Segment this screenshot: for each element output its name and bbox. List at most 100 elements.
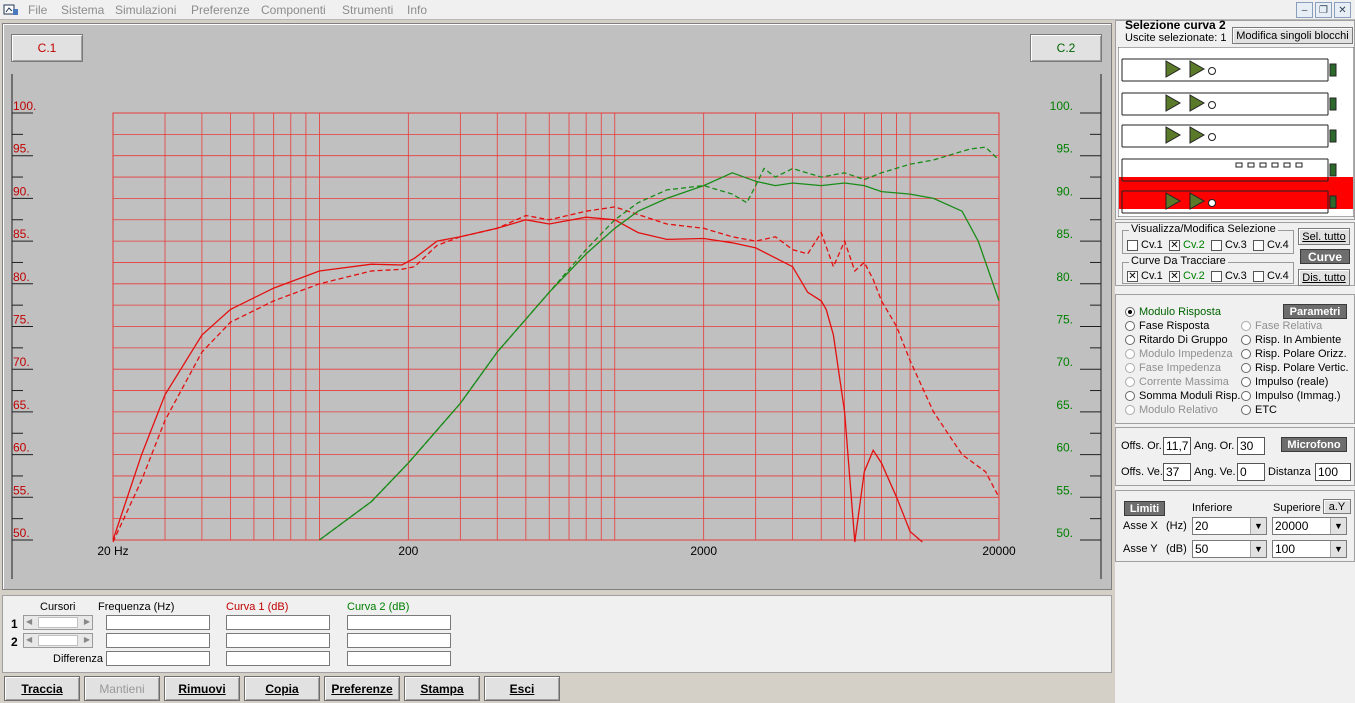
node-icon <box>1208 133 1216 141</box>
vis-cv3-checkbox[interactable]: Cv.3 <box>1211 239 1247 251</box>
radio-somma-moduli-dot <box>1125 391 1135 401</box>
cursor2-c2-field[interactable] <box>347 633 451 648</box>
radio-somma-moduli-label: Somma Moduli Risp. <box>1139 390 1241 402</box>
menu-file[interactable]: File <box>28 3 47 17</box>
right-panel: Selezione curva 2 Uscite selezionate: 1 … <box>1115 18 1355 703</box>
cursor1-freq-field[interactable] <box>106 615 210 630</box>
offs-or-label: Offs. Or. <box>1121 440 1162 452</box>
sel-all-button[interactable]: Sel. tutto <box>1298 228 1350 245</box>
speaker-icon <box>1329 63 1337 77</box>
ay-button[interactable]: a.Y <box>1323 499 1351 514</box>
cursor-row1-label: 1 <box>11 617 18 631</box>
y-tick-label-left: 70. <box>13 355 30 369</box>
diff-freq-field[interactable] <box>106 651 210 666</box>
y-tick-label-right: 95. <box>1056 142 1073 156</box>
ang-ve-input[interactable]: 0 <box>1237 463 1265 481</box>
y-tick-label-right: 60. <box>1056 441 1073 455</box>
y-min-select[interactable]: 50 ▼ <box>1192 540 1267 558</box>
restore-icon[interactable]: ❐ <box>1315 2 1332 18</box>
x-min-select[interactable]: 20 ▼ <box>1192 517 1267 535</box>
diff-c2-field[interactable] <box>347 651 451 666</box>
limiti-button[interactable]: Limiti <box>1124 501 1165 516</box>
offs-ve-label: Offs. Ve. <box>1121 466 1163 478</box>
y-tick-label-right: 50. <box>1056 526 1073 540</box>
cursor2-c1-field[interactable] <box>226 633 330 648</box>
vis-cv3-box <box>1211 239 1222 251</box>
radio-polare-vertic-dot <box>1241 363 1251 373</box>
preferenze-button[interactable]: Preferenze <box>324 676 400 701</box>
vis-cv4-checkbox[interactable]: Cv.4 <box>1253 239 1289 251</box>
radio-fase-risposta-label: Fase Risposta <box>1139 320 1210 332</box>
microfono-button[interactable]: Microfono <box>1281 437 1347 452</box>
tr-cv1-checkbox[interactable]: ✕ Cv.1 <box>1127 270 1163 282</box>
menu-info[interactable]: Info <box>407 3 427 17</box>
cursor-row2-label: 2 <box>11 635 18 649</box>
radio-modulo-risposta[interactable]: Modulo Risposta <box>1125 306 1221 318</box>
close-icon[interactable]: ✕ <box>1334 2 1351 18</box>
radio-modulo-relativo-dot <box>1125 405 1135 415</box>
x-max-select[interactable]: 20000 ▼ <box>1272 517 1347 535</box>
esci-button[interactable]: Esci <box>484 676 560 701</box>
menu-preferenze[interactable]: Preferenze <box>191 3 250 17</box>
x-tick-label: 200 <box>398 544 418 558</box>
offs-or-input[interactable]: 11,7 <box>1163 437 1191 455</box>
asse-y-label: Asse Y <box>1123 543 1158 555</box>
stampa-button[interactable]: Stampa <box>404 676 480 701</box>
cursor1-c2-field[interactable] <box>347 615 451 630</box>
curve-red-solid <box>112 216 923 543</box>
vis-cv2-checkbox[interactable]: ✕ Cv.2 <box>1169 239 1205 251</box>
distanza-input[interactable]: 100 <box>1315 463 1351 481</box>
radio-ritardo-gruppo[interactable]: Ritardo Di Gruppo <box>1125 334 1228 346</box>
tr-cv3-box <box>1211 270 1222 282</box>
selected-outputs: Uscite selezionate: 1 <box>1125 32 1227 44</box>
modify-blocks-button[interactable]: Modifica singoli blocchi <box>1232 27 1353 44</box>
tr-cv3-label: Cv.3 <box>1225 270 1247 282</box>
cursor1-c1-field[interactable] <box>226 615 330 630</box>
minimize-icon[interactable]: – <box>1296 2 1313 18</box>
radio-polare-vertic[interactable]: Risp. Polare Vertic. <box>1241 362 1349 374</box>
ang-or-input[interactable]: 30 <box>1237 437 1265 455</box>
menu-componenti[interactable]: Componenti <box>261 3 326 17</box>
tr-cv2-checkbox[interactable]: ✕ Cv.2 <box>1169 270 1205 282</box>
tr-cv4-label: Cv.4 <box>1267 270 1289 282</box>
crossover-schematic[interactable] <box>1118 47 1354 217</box>
radio-fase-risposta[interactable]: Fase Risposta <box>1125 320 1209 332</box>
diff-c1-field[interactable] <box>226 651 330 666</box>
vis-cv1-checkbox[interactable]: Cv.1 <box>1127 239 1163 251</box>
copia-button[interactable]: Copia <box>244 676 320 701</box>
parametri-button[interactable]: Parametri <box>1283 304 1347 319</box>
y-tick-label-left: 65. <box>13 398 30 412</box>
tr-cv3-checkbox[interactable]: Cv.3 <box>1211 270 1247 282</box>
menu-sistema[interactable]: Sistema <box>61 3 104 17</box>
y-tick-label-right: 70. <box>1056 355 1073 369</box>
radio-etc[interactable]: ETC <box>1241 404 1277 416</box>
cursor1-scrollbar[interactable]: ◀ ▶ <box>23 615 93 630</box>
dis-all-button[interactable]: Dis. tutto <box>1298 269 1350 286</box>
selection-title: Selezione curva 2 <box>1125 18 1226 32</box>
frequency-header: Frequenza (Hz) <box>98 601 175 613</box>
y-max-select[interactable]: 100 ▼ <box>1272 540 1347 558</box>
curve-green-solid <box>319 172 1000 541</box>
radio-impulso-immag[interactable]: Impulso (Immag.) <box>1241 390 1341 402</box>
traccia-button[interactable]: Traccia <box>4 676 80 701</box>
radio-corrente-massima: Corrente Massima <box>1125 376 1229 388</box>
vis-cv2-box: ✕ <box>1169 239 1180 251</box>
radio-fase-relativa: Fase Relativa <box>1241 320 1322 332</box>
menu-simulazioni[interactable]: Simulazioni <box>115 3 176 17</box>
radio-somma-moduli[interactable]: Somma Moduli Risp. <box>1125 390 1240 402</box>
tr-cv4-checkbox[interactable]: Cv.4 <box>1253 270 1289 282</box>
y-tick-label-right: 90. <box>1056 184 1073 198</box>
graph-panel: C.1 C.2 100. 100. 95. 95. 90. 90. 85. 85. 80. 80.… <box>2 23 1112 590</box>
offs-ve-input[interactable]: 37 <box>1163 463 1191 481</box>
radio-risp-ambiente[interactable]: Risp. In Ambiente <box>1241 334 1341 346</box>
menu-strumenti[interactable]: Strumenti <box>342 3 393 17</box>
y-tick-label-right: 80. <box>1056 270 1073 284</box>
radio-polare-orizz[interactable]: Risp. Polare Orizz. <box>1241 348 1347 360</box>
radio-impulso-immag-dot <box>1241 391 1251 401</box>
curve-button[interactable]: Curve <box>1300 249 1350 264</box>
cursor2-freq-field[interactable] <box>106 633 210 648</box>
radio-impulso-reale[interactable]: Impulso (reale) <box>1241 376 1328 388</box>
rimuovi-button[interactable]: Rimuovi <box>164 676 240 701</box>
unit-y-label: (dB) <box>1166 543 1187 555</box>
cursor2-scrollbar[interactable]: ◀ ▶ <box>23 633 93 648</box>
